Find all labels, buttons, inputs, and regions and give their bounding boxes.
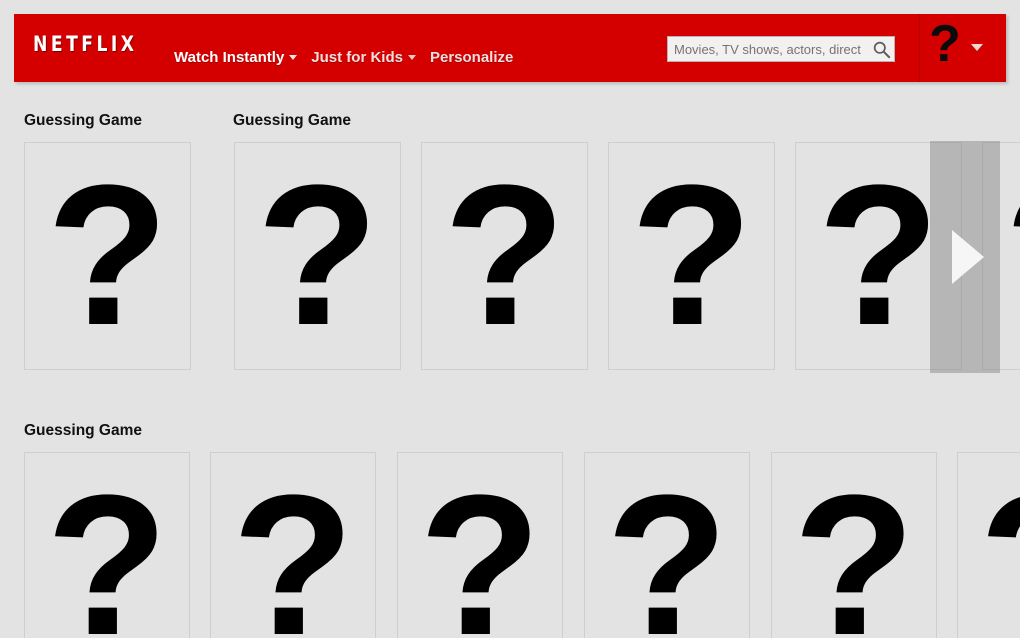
question-mark-icon: ? [605, 454, 729, 638]
question-mark-icon: ? [45, 454, 169, 638]
nav-item-label: Just for Kids [311, 49, 403, 66]
question-mark-icon: ? [630, 144, 753, 367]
question-mark-icon: ? [792, 454, 916, 638]
title-card[interactable]: ? [608, 142, 775, 370]
question-mark-icon: ? [418, 454, 542, 638]
title-card[interactable]: ? [584, 452, 750, 638]
title-card[interactable]: ? [24, 142, 191, 370]
search-input[interactable] [668, 37, 894, 61]
search-box[interactable] [667, 36, 895, 62]
question-mark-icon: ? [443, 144, 566, 367]
question-mark-icon: ? [46, 144, 169, 367]
netflix-logo[interactable]: NETFLIX [33, 34, 137, 55]
row-title: Guessing Game [233, 112, 352, 129]
question-mark-icon: ? [1004, 156, 1020, 356]
avatar: ? [929, 15, 961, 73]
profile-menu[interactable]: ? [929, 18, 983, 70]
search-icon[interactable] [872, 40, 891, 59]
nav-item-label: Personalize [429, 49, 514, 66]
title-card[interactable]: ? [210, 452, 376, 638]
title-card[interactable]: ? [24, 452, 190, 638]
chevron-down-icon [407, 55, 416, 60]
title-card[interactable]: ? [771, 452, 937, 638]
main-navigation: Watch Instantly Just for Kids Personaliz… [174, 50, 513, 65]
title-card[interactable]: ? [234, 142, 401, 370]
site-header: NETFLIX Watch Instantly Just for Kids Pe… [14, 14, 1006, 82]
header-divider [919, 14, 920, 82]
question-mark-icon: ? [256, 144, 379, 367]
title-card[interactable]: ? [957, 452, 1020, 638]
nav-item-label: Watch Instantly [174, 49, 285, 66]
title-card[interactable]: ? [397, 452, 563, 638]
row-title: Guessing Game [24, 112, 143, 129]
question-mark-icon: ? [817, 144, 940, 367]
chevron-down-icon [289, 55, 298, 60]
nav-item-personalize[interactable]: Personalize [430, 50, 513, 65]
question-mark-icon: ? [231, 454, 355, 638]
netflix-browse-page: NETFLIX Watch Instantly Just for Kids Pe… [0, 0, 1020, 638]
active-tab-indicator [218, 68, 242, 80]
next-arrow-icon [952, 230, 984, 284]
nav-item-just-for-kids[interactable]: Just for Kids [311, 50, 416, 65]
chevron-down-icon [970, 43, 983, 51]
nav-item-watch-instantly[interactable]: Watch Instantly [174, 49, 298, 66]
title-card[interactable]: ? [421, 142, 588, 370]
question-mark-icon: ? [979, 466, 1020, 638]
slider-next-button[interactable] [930, 141, 1000, 373]
row-title: Guessing Game [24, 422, 143, 439]
